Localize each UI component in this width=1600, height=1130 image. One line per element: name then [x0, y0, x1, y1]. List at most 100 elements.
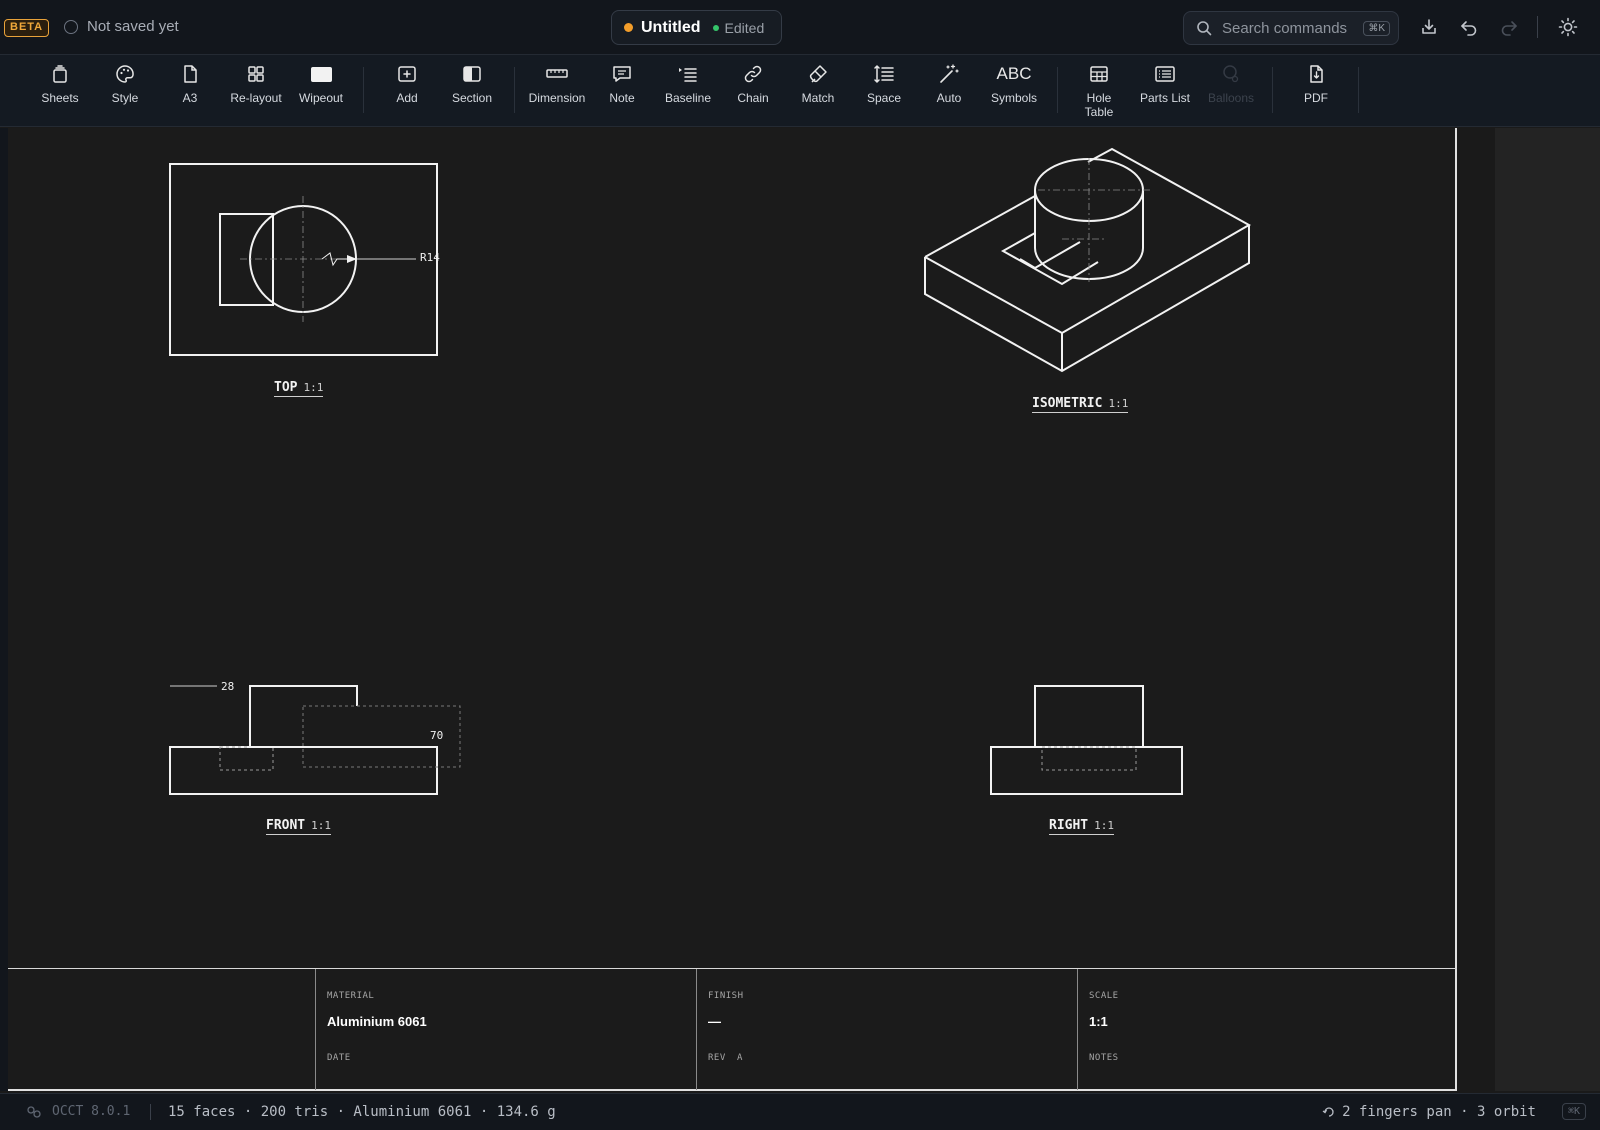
baseline-icon — [679, 68, 697, 82]
tool-match[interactable]: Match — [781, 63, 855, 105]
radius-dimension[interactable]: R14 — [420, 251, 440, 264]
tool-baseline[interactable]: Baseline — [651, 63, 725, 105]
right-view-label[interactable]: RIGHT 1:1 — [1049, 818, 1115, 835]
redo-icon — [1501, 21, 1517, 36]
tool-label: Space — [866, 91, 902, 105]
status-divider — [150, 1104, 151, 1120]
tool-label: Auto — [936, 91, 962, 105]
undo-icon — [1461, 21, 1477, 36]
table-icon — [1090, 66, 1108, 82]
front-view[interactable] — [169, 685, 461, 795]
abc-icon: ABC — [996, 64, 1032, 83]
tool-label: Hole Table — [1084, 91, 1114, 119]
tool-hole-table[interactable]: Hole Table — [1062, 63, 1136, 119]
tool-label: PDF — [1304, 91, 1328, 105]
scale-key: SCALE — [1089, 991, 1119, 1001]
engine-gears-icon — [27, 1105, 41, 1118]
sun-icon — [1558, 17, 1578, 37]
drawing-toolbar: Sheets Style A3 Re-layout Wipeout Add Se… — [0, 55, 1600, 127]
tool-dimension[interactable]: Dimension — [520, 63, 594, 105]
tool-auto[interactable]: Auto — [912, 63, 986, 105]
document-title[interactable]: Untitled — [641, 19, 701, 37]
right-view[interactable] — [990, 685, 1183, 795]
tool-label: Chain — [737, 91, 769, 105]
drawing-sheet[interactable]: R14 28 70 TOP 1:1 ISOMETRIC 1:1 FRONT 1:1 R… — [8, 128, 1457, 1091]
tool-label: Add — [396, 91, 418, 105]
tool-sheets[interactable]: Sheets — [23, 63, 97, 105]
view-name: TOP — [274, 380, 298, 395]
notes-key: NOTES — [1089, 1053, 1119, 1063]
save-status-text: Not saved yet — [87, 18, 179, 35]
page-icon — [184, 65, 197, 83]
isometric-view[interactable] — [924, 147, 1252, 373]
theme-toggle-button[interactable] — [1557, 16, 1579, 38]
search-icon — [1197, 21, 1212, 36]
tool-space[interactable]: Space — [847, 63, 921, 105]
tool-add-view[interactable]: Add — [370, 63, 444, 105]
front-view-label[interactable]: FRONT 1:1 — [266, 818, 332, 835]
view-name: RIGHT — [1049, 818, 1089, 833]
tool-label: Sheets — [41, 91, 79, 105]
navigation-hint-text: 2 fingers pan · 3 orbit — [1342, 1104, 1536, 1120]
top-view-label[interactable]: TOP 1:1 — [274, 380, 324, 397]
height-dimension[interactable]: 28 — [221, 680, 234, 693]
tool-label: Balloons — [1207, 91, 1255, 105]
undo-button[interactable] — [1458, 16, 1480, 38]
status-shortcut[interactable]: ⌘K — [1561, 1103, 1586, 1120]
tool-relayout[interactable]: Re-layout — [219, 63, 293, 105]
document-title-pill[interactable]: Untitled Edited — [611, 10, 782, 45]
tool-parts-list[interactable]: Parts List — [1128, 63, 1202, 105]
tool-note[interactable]: Note — [585, 63, 659, 105]
finish-cell[interactable]: FINISH — REV A — [696, 969, 1077, 1090]
engine-version: OCCT 8.0.1 — [52, 1104, 131, 1119]
download-icon — [1422, 19, 1436, 34]
magic-wand-icon — [940, 64, 959, 83]
view-scale: 1:1 — [1108, 397, 1129, 410]
beta-badge: BETA — [4, 19, 50, 37]
tool-label: Match — [801, 91, 835, 105]
tool-wipeout[interactable]: Wipeout — [284, 63, 358, 105]
view-scale: 1:1 — [303, 381, 324, 394]
view-scale: 1:1 — [1094, 819, 1115, 832]
rev-value[interactable]: A — [737, 1053, 743, 1063]
brush-icon — [809, 65, 827, 83]
drawing-views-svg[interactable] — [8, 128, 1457, 968]
download-button[interactable] — [1418, 16, 1440, 38]
tool-pdf[interactable]: PDF — [1279, 63, 1353, 105]
canvas-gutter — [1459, 128, 1495, 1091]
search-shortcut: ⌘K — [1363, 20, 1390, 36]
top-bar: BETA Not saved yet Untitled Edited Searc… — [0, 0, 1600, 55]
tool-symbols[interactable]: ABC Symbols — [977, 63, 1051, 105]
scale-value[interactable]: 1:1 — [1089, 1014, 1108, 1029]
scale-cell[interactable]: SCALE 1:1 NOTES — [1077, 969, 1457, 1090]
material-cell[interactable]: MATERIAL Aluminium 6061 DATE — [315, 969, 696, 1090]
balloon-icon — [1223, 65, 1239, 83]
material-value[interactable]: Aluminium 6061 — [327, 1014, 427, 1029]
finish-key: FINISH — [708, 991, 744, 1001]
tool-style[interactable]: Style — [88, 63, 162, 105]
grid-icon — [248, 66, 264, 82]
top-view[interactable] — [169, 163, 438, 356]
toolbar-divider — [1358, 67, 1359, 113]
width-dimension[interactable]: 70 — [430, 729, 443, 742]
add-view-icon — [398, 66, 416, 82]
ruler-icon — [546, 69, 568, 78]
navigation-hint: 2 fingers pan · 3 orbit — [1322, 1104, 1536, 1120]
note-icon — [613, 66, 631, 82]
view-name: ISOMETRIC — [1032, 396, 1103, 411]
tool-page-size[interactable]: A3 — [153, 63, 227, 105]
search-placeholder: Search commands — [1222, 19, 1348, 37]
isometric-view-label[interactable]: ISOMETRIC 1:1 — [1032, 396, 1129, 413]
edited-dot-icon — [712, 24, 719, 31]
top-divider — [1537, 16, 1538, 38]
search-commands[interactable]: Search commands ⌘K — [1183, 11, 1399, 45]
finish-value[interactable]: — — [708, 1014, 721, 1029]
toolbar-divider — [514, 67, 515, 113]
redo-button[interactable] — [1498, 16, 1520, 38]
tool-label: Symbols — [990, 91, 1037, 105]
side-panel — [1495, 128, 1600, 1091]
tool-label: Section — [451, 91, 493, 105]
status-bar: OCCT 8.0.1 15 faces · 200 tris · Alumini… — [0, 1093, 1600, 1130]
tool-section[interactable]: Section — [435, 63, 509, 105]
tool-chain[interactable]: Chain — [716, 63, 790, 105]
